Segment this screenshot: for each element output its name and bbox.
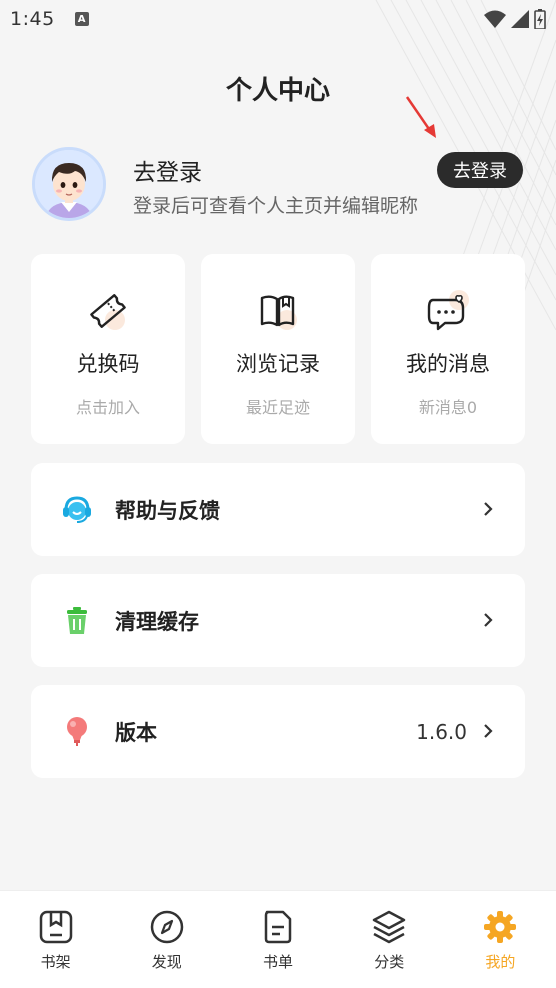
page-title: 个人中心 <box>225 76 330 106</box>
card-title: 浏览记录 <box>236 352 320 376</box>
tab-label: 发现 <box>151 953 182 971</box>
menu-clear-cache[interactable]: 清理缓存 <box>31 574 525 667</box>
bookshelf-icon <box>39 910 72 944</box>
notification-a-icon: A <box>74 12 89 26</box>
chevron-right-icon <box>484 724 493 738</box>
version-value: 1.6.0 <box>416 719 467 744</box>
menu-help-feedback[interactable]: 帮助与反馈 <box>31 463 525 556</box>
tab-label: 书架 <box>40 953 71 971</box>
quick-cards: 兑换码 点击加入 浏览记录 最近足迹 我的消息 新消息0 <box>31 254 525 444</box>
annotation-arrow-icon <box>405 96 436 138</box>
card-my-messages[interactable]: 我的消息 新消息0 <box>371 254 525 444</box>
profile-section: 去登录 登录后可查看个人主页并编辑昵称 去登录 <box>32 147 524 223</box>
profile-subtitle: 登录后可查看个人主页并编辑昵称 <box>133 195 419 217</box>
gear-icon <box>484 911 517 943</box>
wifi-icon <box>484 10 506 28</box>
tab-mine[interactable]: 我的 <box>445 891 556 988</box>
tab-label: 我的 <box>485 953 516 971</box>
message-heart-icon <box>425 288 471 334</box>
lightbulb-icon <box>67 717 87 746</box>
card-title: 兑换码 <box>76 352 140 376</box>
status-bar: 1:45 A <box>0 0 556 38</box>
status-icons <box>484 9 546 29</box>
layers-icon <box>372 910 406 944</box>
card-title: 我的消息 <box>406 352 490 376</box>
battery-icon <box>534 9 546 29</box>
tab-category[interactable]: 分类 <box>334 891 445 988</box>
ticket-icon <box>85 288 131 334</box>
headset-icon <box>63 496 91 523</box>
tab-booklist[interactable]: 书单 <box>222 891 333 988</box>
tab-bookshelf[interactable]: 书架 <box>0 891 111 988</box>
login-button[interactable]: 去登录 <box>437 152 523 188</box>
chevron-right-icon <box>484 502 493 516</box>
tab-label: 书单 <box>263 953 294 971</box>
menu-label: 版本 <box>115 720 157 745</box>
book-open-icon <box>255 288 301 334</box>
card-subtitle: 最近足迹 <box>245 398 310 417</box>
booklist-icon <box>264 910 292 944</box>
card-subtitle: 新消息0 <box>418 398 478 417</box>
compass-icon <box>150 910 184 944</box>
profile-name[interactable]: 去登录 <box>133 153 202 187</box>
avatar[interactable] <box>32 147 106 221</box>
card-redeem-code[interactable]: 兑换码 点击加入 <box>31 254 185 444</box>
chevron-right-icon <box>484 613 493 627</box>
card-subtitle: 点击加入 <box>75 398 140 417</box>
card-browse-history[interactable]: 浏览记录 最近足迹 <box>201 254 355 444</box>
menu-label: 帮助与反馈 <box>115 498 220 523</box>
tab-discover[interactable]: 发现 <box>111 891 222 988</box>
trash-icon <box>67 607 87 634</box>
status-time: 1:45 <box>10 8 55 30</box>
tab-label: 分类 <box>374 953 405 971</box>
menu-label: 清理缓存 <box>115 609 199 634</box>
bottom-tab-bar: 书架 发现 书单 分类 我的 <box>0 890 556 988</box>
signal-icon <box>511 10 529 28</box>
menu-version[interactable]: 版本 1.6.0 <box>31 685 525 778</box>
